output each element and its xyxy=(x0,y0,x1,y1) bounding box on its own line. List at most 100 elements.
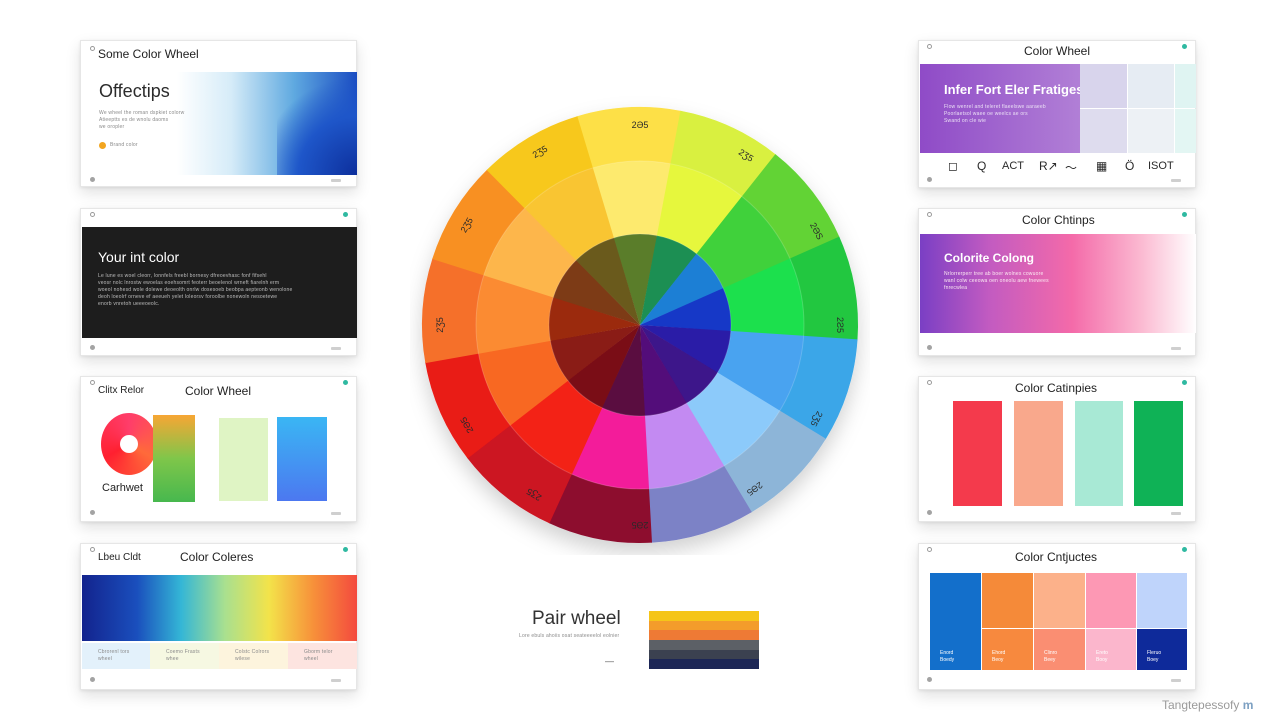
grid-cell xyxy=(1175,64,1196,108)
wheel-segment-label: 2Ə5 xyxy=(632,120,649,130)
card-label: Lbeu Cldt xyxy=(98,552,141,563)
spectrum-caption-2: Coemo Frasts whee xyxy=(150,643,219,669)
wheel-segment-label: 2Ʒ5 xyxy=(435,317,445,333)
dark-panel: Your int color Le lune es woel cleorr, l… xyxy=(82,227,357,338)
pair-stripe xyxy=(649,640,759,651)
tile-caption: Ehord Beoy xyxy=(992,650,1006,663)
wheel-segment-label: 2Ƨ5 xyxy=(835,317,845,333)
swatch-red xyxy=(953,401,1002,506)
card-status-dot-icon xyxy=(1182,212,1187,217)
card-status-dot-icon xyxy=(1182,380,1187,385)
card-bottom-bar-icon xyxy=(1171,179,1181,182)
card-pin-icon xyxy=(90,46,95,51)
card-bottom-dot-icon xyxy=(90,177,95,182)
spectrum-caption-3: Colstc Colrors wilese xyxy=(219,643,288,669)
swatch-green xyxy=(1134,401,1183,506)
card-pin-icon xyxy=(90,547,95,552)
swatch-mint xyxy=(1075,401,1123,506)
spectrum-caption-4: Gborm telor wheel xyxy=(288,643,357,669)
magnifier-icon[interactable]: Q xyxy=(977,159,986,173)
legend-dot-icon xyxy=(99,142,106,149)
wheel-segment-label: 2Ə5 xyxy=(632,520,649,530)
square-icon[interactable]: ◻ xyxy=(948,159,958,173)
right-card-tiles[interactable]: Color Cntjuctes Enord Boedy Ehord Beoy C… xyxy=(918,543,1196,690)
mini-wheel-hole xyxy=(120,435,138,453)
pair-stripe xyxy=(649,659,759,670)
wheel-outer-segment xyxy=(576,107,682,170)
card-bottom-dot-icon xyxy=(927,177,932,182)
purple-panel: Infer Fort Eler Fratiges Flow wenrel and… xyxy=(920,64,1084,153)
dark-panel-heading: Your int color xyxy=(98,249,180,265)
card-status-dot-icon xyxy=(343,212,348,217)
swatch-orange-green xyxy=(153,415,195,502)
right-card-pink[interactable]: Color Chtinps Colorite Colong Nrlorrerpe… xyxy=(918,208,1196,356)
purple-panel-heading: Infer Fort Eler Fratiges xyxy=(944,82,1084,97)
card-title: Color Wheel xyxy=(1024,44,1091,58)
blue-gradient-panel xyxy=(177,72,357,175)
card-pin-icon xyxy=(927,44,932,49)
right-card-purple[interactable]: Color Wheel Infer Fort Eler Fratiges Flo… xyxy=(918,40,1196,188)
tile-navy: Fleruo Boey xyxy=(1137,629,1187,670)
lavender-grid xyxy=(1080,64,1196,153)
panel-body-text: We wheel the roman dspkiet colorw Atieep… xyxy=(99,110,185,130)
pair-wheel-subtitle: Lore ebuls ahoiis osat seateeeelol eolni… xyxy=(519,633,619,639)
wave-icon[interactable]: 〜 xyxy=(1065,159,1077,176)
card-status-dot-icon xyxy=(1182,547,1187,552)
card-title: Color Cntjuctes xyxy=(1015,550,1098,564)
color-wheel-graphic: 2Ə52Ʒ52ƏS2Ƨ52Ʒ52Ə52Ə52Ʒ52Ə52Ʒ52Ʒ52Ʒ5 xyxy=(422,107,858,543)
card-status-dot-icon xyxy=(1182,44,1187,49)
card-pin-icon xyxy=(90,380,95,385)
card-bottom-bar-icon xyxy=(331,347,341,350)
act-text[interactable]: ACT xyxy=(1002,160,1024,172)
card-label: Clitx Relor xyxy=(98,385,145,396)
spectrum-caption-row: Cbrorenl tors wheel Coemo Frasts whee Co… xyxy=(82,643,357,669)
grid-icon[interactable]: ▦ xyxy=(1096,159,1107,173)
blue-arc-shape xyxy=(277,72,357,175)
card-bottom-bar-icon xyxy=(331,679,341,682)
mini-wheel xyxy=(101,413,157,475)
left-card-dark[interactable]: Your int color Le lune es woel cleorr, l… xyxy=(80,208,357,356)
watermark: Tangtepessofy m xyxy=(1162,698,1253,712)
r-arrow-icon[interactable]: R↗ xyxy=(1039,159,1058,173)
tile-blue: Enord Boedy xyxy=(930,573,981,670)
swatch-salmon xyxy=(1014,401,1063,506)
tile-caption: Fleruo Boey xyxy=(1147,650,1162,663)
card-bottom-dot-icon xyxy=(927,345,932,350)
card-bottom-dot-icon xyxy=(90,677,95,682)
card-bottom-bar-icon xyxy=(331,179,341,182)
card-status-dot-icon xyxy=(343,380,348,385)
card-title: Color Chtinps xyxy=(1022,213,1095,227)
card-bottom-dot-icon xyxy=(927,510,932,515)
tile-caption: Clinro Beey xyxy=(1044,650,1058,663)
tile-orange xyxy=(982,573,1033,628)
watermark-text: Tangtepessofy xyxy=(1162,698,1240,712)
left-card-gradient[interactable]: Some Color Wheel Offectips We wheel the … xyxy=(80,40,357,187)
left-card-swatches[interactable]: Clitx Relor Color Wheel Carhwet xyxy=(80,376,357,522)
right-card-palette[interactable]: Color Catinpies xyxy=(918,376,1196,522)
pink-gradient-panel: Colorite Colong Nrlorrerperr tree ab boe… xyxy=(920,234,1196,333)
drop-icon[interactable]: Ö xyxy=(1125,159,1134,173)
card-title: Color Catinpies xyxy=(1015,381,1098,395)
isot-text[interactable]: ISOT xyxy=(1148,160,1174,172)
tile-orange-low: Ehord Beoy xyxy=(982,629,1033,670)
wheel-outer-segment xyxy=(422,257,485,364)
watermark-logo-icon: m xyxy=(1242,698,1254,712)
grid-cell xyxy=(1175,109,1196,153)
card-status-dot-icon xyxy=(343,547,348,552)
left-card-spectrum[interactable]: Lbeu Cldt Color Coleres Cbrorenl tors wh… xyxy=(80,543,357,690)
pair-wheel-dash: — xyxy=(605,656,614,666)
grid-cell xyxy=(1080,64,1127,108)
grid-cell xyxy=(1128,64,1174,108)
tile-caption: Enord Boedy xyxy=(940,650,955,663)
swatch-pale-green xyxy=(219,418,268,501)
card-bottom-bar-icon xyxy=(1171,347,1181,350)
card-pin-icon xyxy=(90,212,95,217)
color-wheel: 2Ə5 2Ʒ5 2ƏS 2Ƨ5 2Ʒ5 2Ə5 2Ə5 2Ʒ5 2Ə5 2Ʒ5 2Ʒ5 2Ʒ5 xyxy=(410,95,870,555)
legend-label: Brand color xyxy=(110,142,138,148)
card-title: Color Wheel xyxy=(185,384,252,398)
tile-pink xyxy=(1086,573,1136,628)
card-bottom-dot-icon xyxy=(90,510,95,515)
card-title: Color Coleres xyxy=(180,550,254,564)
swatch-caption: Carhwet xyxy=(102,482,143,494)
spectrum-bar xyxy=(82,575,357,641)
